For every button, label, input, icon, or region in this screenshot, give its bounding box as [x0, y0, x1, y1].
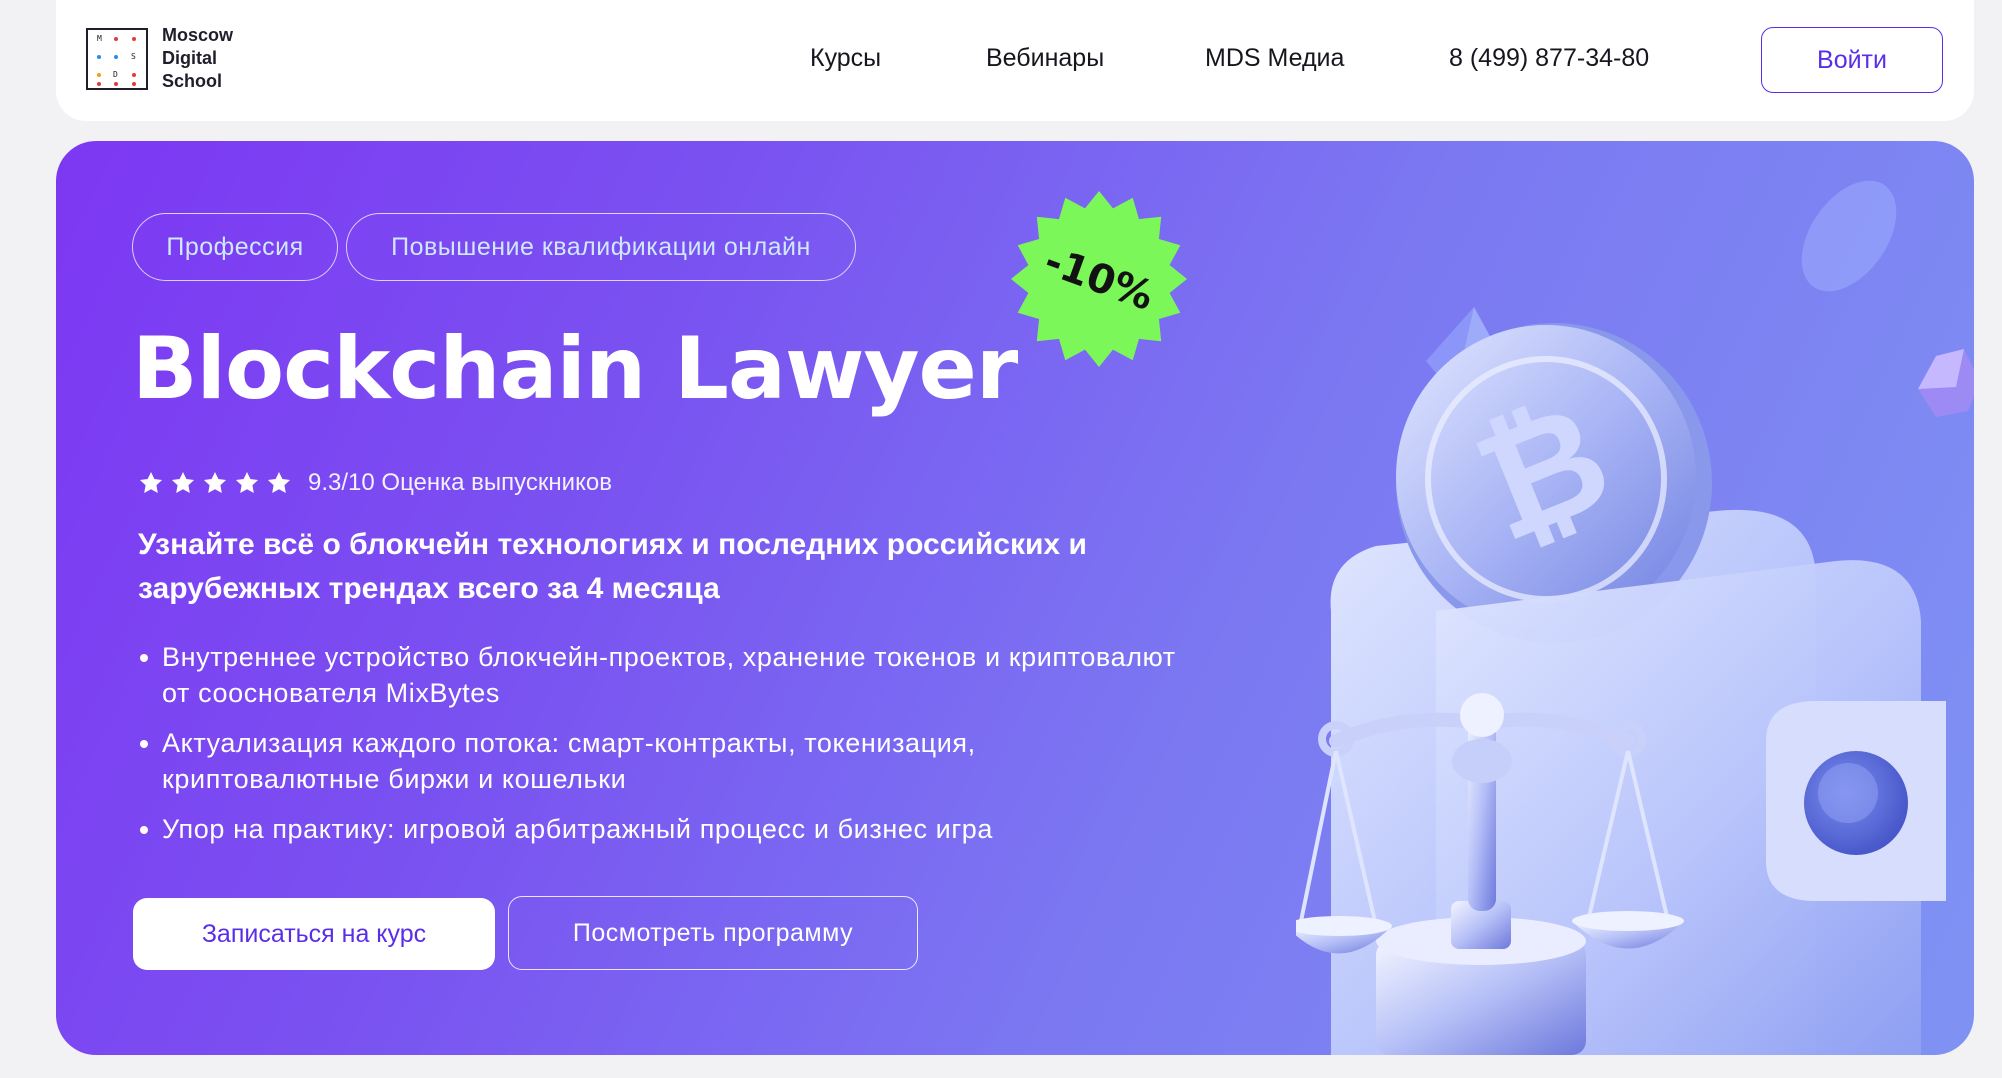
star-icon: [171, 471, 195, 493]
bullet-icon: [140, 826, 148, 834]
mds-logo-icon: M S D: [86, 27, 148, 90]
hero-subtitle: Узнайте всё о блокчейн технологиях и пос…: [138, 528, 1087, 605]
bitcoin-wallet-scales-illustration: ₿: [1296, 180, 1974, 1055]
star-icon: [139, 471, 163, 493]
list-item: Внутреннее устройство блокчейн-проектов,…: [138, 639, 1198, 711]
logo[interactable]: M S D Moscow Digital School: [86, 24, 233, 93]
list-item: Упор на практику: игровой арбитражный пр…: [138, 811, 1198, 847]
discount-badge: -10%: [1009, 189, 1189, 369]
tag-profession[interactable]: Профессия: [132, 213, 338, 281]
nav-mds-media[interactable]: MDS Медиа: [1205, 44, 1344, 73]
enroll-button[interactable]: Записаться на курс: [133, 898, 495, 970]
star-icon: [203, 471, 227, 493]
bullet-icon: [140, 654, 148, 662]
nav-webinars[interactable]: Вебинары: [986, 44, 1104, 73]
logo-text: Moscow Digital School: [162, 25, 234, 91]
list-item: Актуализация каждого потока: смарт-контр…: [138, 725, 1198, 797]
feature-list: Внутреннее устройство блокчейн-проектов,…: [138, 639, 1198, 861]
site-header: M S D Moscow Digital School Курсы Вебина…: [56, 0, 1974, 121]
nav-courses[interactable]: Курсы: [810, 44, 881, 73]
tag-qualification[interactable]: Повышение квалификации онлайн: [346, 213, 856, 281]
login-button[interactable]: Войти: [1761, 27, 1943, 93]
bullet-icon: [140, 740, 148, 748]
view-program-button[interactable]: Посмотреть программу: [508, 896, 918, 970]
page-title: Blockchain Lawyer: [132, 319, 1018, 419]
rating-stars: [138, 470, 292, 496]
rating-text: 9.3/10 Оценка выпускников: [308, 469, 612, 496]
phone-link[interactable]: 8 (499) 877-34-80: [1449, 44, 1649, 73]
rating: 9.3/10 Оценка выпускников: [138, 469, 612, 497]
star-icon: [267, 471, 291, 493]
star-icon: [235, 471, 259, 493]
hero-banner: Профессия Повышение квалификации онлайн …: [56, 141, 1974, 1055]
